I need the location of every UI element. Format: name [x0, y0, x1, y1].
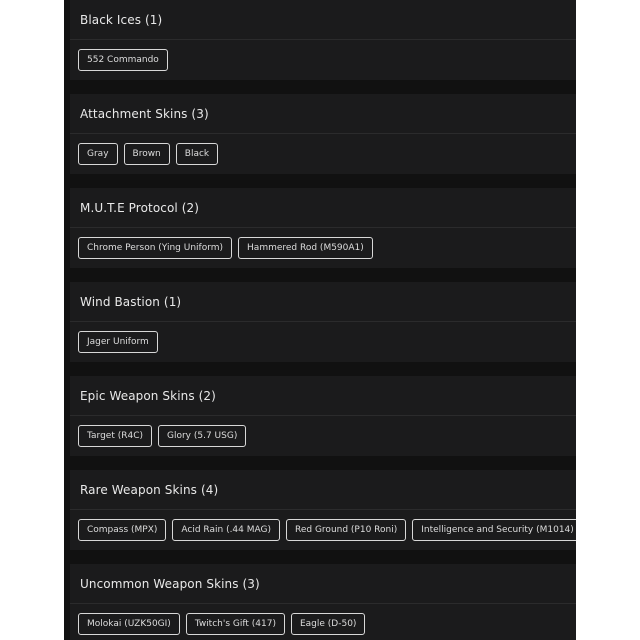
section-title: Black Ices (1)	[80, 12, 163, 27]
section-attachment-skins: Attachment Skins (3) Gray Brown Black	[70, 94, 576, 174]
skin-tag[interactable]: Gray	[78, 143, 118, 165]
section-black-ices: Black Ices (1) 552 Commando	[70, 0, 576, 80]
skin-tag[interactable]: Black	[175, 143, 219, 165]
tag-list: Molokai (UZK50GI) Twitch's Gift (417) Ea…	[70, 604, 576, 640]
tag-list: Jager Uniform	[70, 322, 576, 362]
tag-list: Gray Brown Black	[70, 134, 576, 174]
section-uncommon-weapon-skins: Uncommon Weapon Skins (3) Molokai (UZK50…	[70, 564, 576, 640]
tag-list: Compass (MPX) Acid Rain (.44 MAG) Red Gr…	[70, 510, 576, 550]
tag-list: Chrome Person (Ying Uniform) Hammered Ro…	[70, 228, 576, 268]
section-header: Wind Bastion (1)	[70, 282, 576, 322]
skin-tag[interactable]: Red Ground (P10 Roni)	[286, 519, 407, 541]
section-epic-weapon-skins: Epic Weapon Skins (2) Target (R4C) Glory…	[70, 376, 576, 456]
skin-tag[interactable]: Target (R4C)	[78, 425, 152, 447]
section-header: Attachment Skins (3)	[70, 94, 576, 134]
tag-list: 552 Commando	[70, 40, 576, 80]
section-header: M.U.T.E Protocol (2)	[70, 188, 576, 228]
section-title: Wind Bastion (1)	[80, 294, 182, 309]
skin-tag[interactable]: Chrome Person (Ying Uniform)	[78, 237, 233, 259]
skin-tag[interactable]: Molokai (UZK50GI)	[78, 613, 180, 635]
skin-tag[interactable]: Eagle (D-50)	[290, 613, 366, 635]
skins-panel: Black Ices (1) 552 Commando Attachment S…	[64, 0, 576, 640]
section-header: Uncommon Weapon Skins (3)	[70, 564, 576, 604]
section-title: Uncommon Weapon Skins (3)	[80, 576, 260, 591]
skin-tag[interactable]: Intelligence and Security (M1014)	[412, 519, 576, 541]
section-header: Black Ices (1)	[70, 0, 576, 40]
section-wind-bastion: Wind Bastion (1) Jager Uniform	[70, 282, 576, 362]
skin-tag[interactable]: Compass (MPX)	[78, 519, 167, 541]
section-header: Rare Weapon Skins (4)	[70, 470, 576, 510]
skin-tag[interactable]: 552 Commando	[78, 49, 168, 71]
section-header: Epic Weapon Skins (2)	[70, 376, 576, 416]
skin-tag[interactable]: Glory (5.7 USG)	[158, 425, 247, 447]
section-title: M.U.T.E Protocol (2)	[80, 200, 200, 215]
section-title: Rare Weapon Skins (4)	[80, 482, 219, 497]
section-rare-weapon-skins: Rare Weapon Skins (4) Compass (MPX) Acid…	[70, 470, 576, 550]
skin-tag[interactable]: Brown	[123, 143, 170, 165]
skin-tag[interactable]: Jager Uniform	[78, 331, 158, 353]
skin-tag[interactable]: Acid Rain (.44 MAG)	[172, 519, 280, 541]
skin-tag[interactable]: Twitch's Gift (417)	[185, 613, 285, 635]
skin-tag[interactable]: Hammered Rod (M590A1)	[238, 237, 373, 259]
section-title: Attachment Skins (3)	[80, 106, 209, 121]
tag-list: Target (R4C) Glory (5.7 USG)	[70, 416, 576, 456]
section-title: Epic Weapon Skins (2)	[80, 388, 216, 403]
section-mute-protocol: M.U.T.E Protocol (2) Chrome Person (Ying…	[70, 188, 576, 268]
